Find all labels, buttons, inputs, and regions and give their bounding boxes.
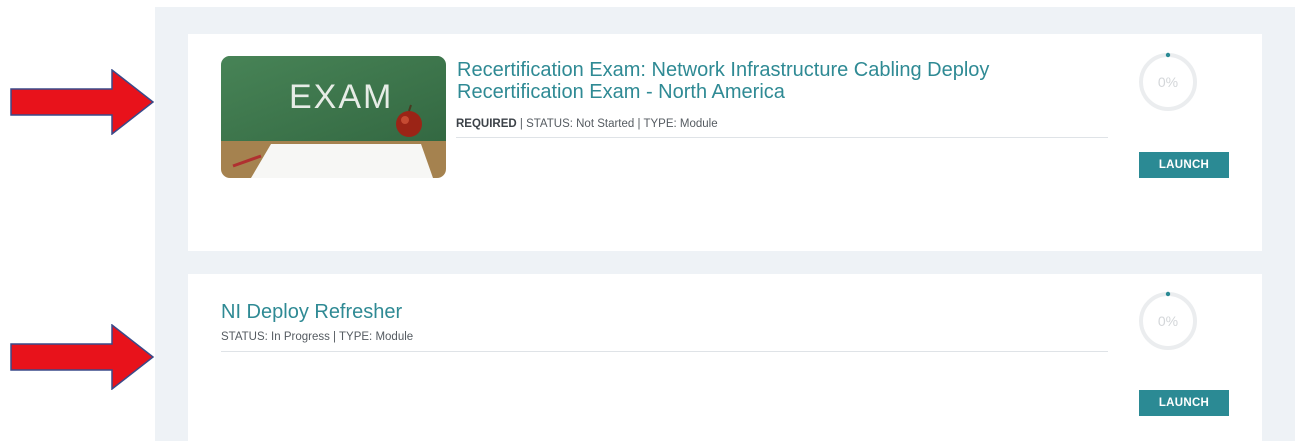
progress-label: 0% bbox=[1157, 74, 1179, 90]
divider bbox=[456, 137, 1108, 138]
course-meta: STATUS: In Progress | TYPE: Module bbox=[221, 331, 413, 343]
thumbnail-text: EXAM bbox=[289, 78, 393, 116]
progress-ring: 0% bbox=[1138, 291, 1198, 351]
course-title[interactable]: Recertification Exam: Network Infrastruc… bbox=[457, 59, 1097, 103]
launch-button[interactable]: LAUNCH bbox=[1139, 152, 1229, 178]
status-text: | STATUS: Not Started | TYPE: Module bbox=[516, 118, 718, 130]
course-title[interactable]: NI Deploy Refresher bbox=[221, 301, 861, 323]
course-thumbnail: EXAM bbox=[221, 56, 446, 178]
divider bbox=[221, 351, 1108, 352]
course-card: EXAM Recertification Exam: Network Infra… bbox=[188, 34, 1262, 251]
course-meta: REQUIRED | STATUS: Not Started | TYPE: M… bbox=[456, 118, 718, 130]
course-card: NI Deploy Refresher STATUS: In Progress … bbox=[188, 274, 1262, 441]
status-text: STATUS: In Progress | TYPE: Module bbox=[221, 331, 414, 343]
progress-label: 0% bbox=[1157, 313, 1179, 329]
red-arrow-icon bbox=[10, 69, 155, 135]
red-arrow-icon bbox=[10, 324, 155, 390]
progress-ring: 0% bbox=[1138, 52, 1198, 112]
required-label: REQUIRED bbox=[456, 118, 517, 130]
launch-button[interactable]: LAUNCH bbox=[1139, 390, 1229, 416]
